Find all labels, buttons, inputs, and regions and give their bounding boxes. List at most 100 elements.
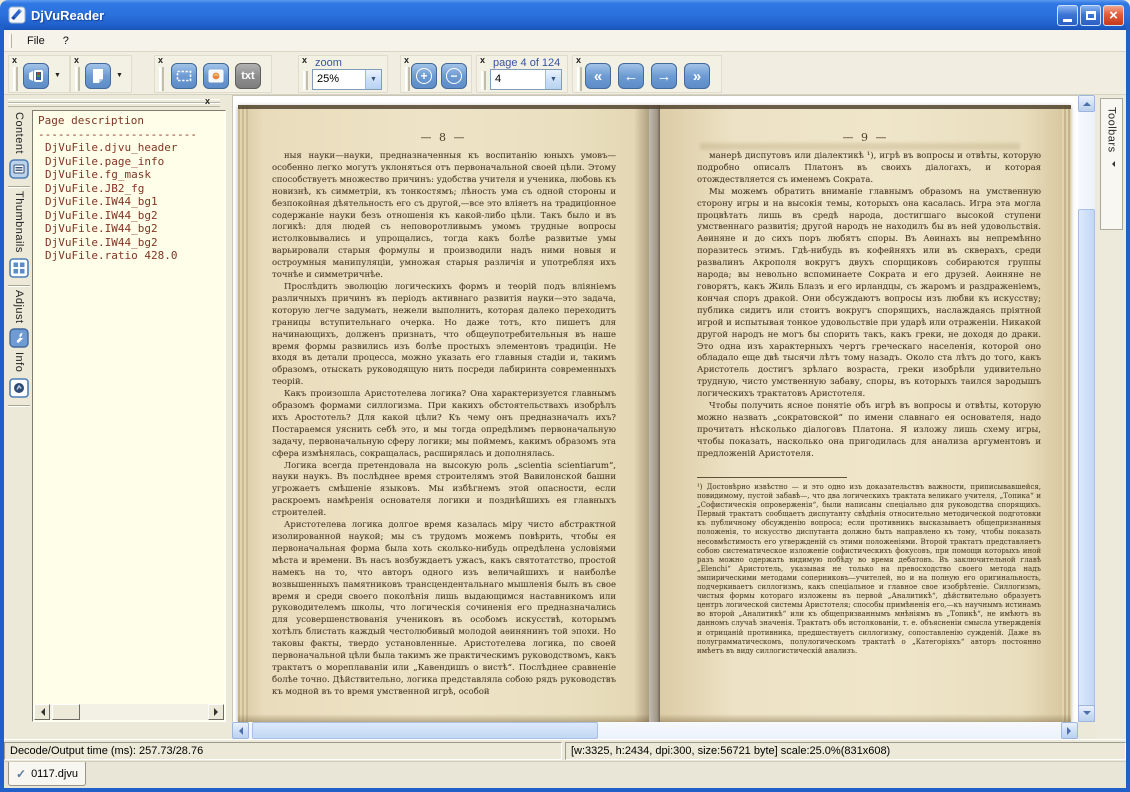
page-combo[interactable]: 4 ▼ (490, 69, 562, 90)
panel-item[interactable]: DjVuFile.djvu_header (38, 141, 223, 155)
toolbar-grip[interactable] (405, 67, 410, 91)
image-mode-button[interactable] (203, 63, 229, 89)
arrow-down-icon (1083, 711, 1091, 719)
zoom-in-icon: + (416, 68, 432, 84)
toolbar-close-icon[interactable]: x (302, 56, 307, 65)
last-page-button[interactable]: » (684, 63, 710, 89)
panel-item-list: DjVuFile.djvu_headerDjVuFile.page_infoDj… (38, 141, 223, 263)
page-description-text: Page description -----------------------… (38, 114, 223, 703)
hscroll-thumb[interactable] (252, 722, 598, 739)
info-icon[interactable] (9, 378, 29, 398)
panel-item[interactable]: DjVuFile.fg_mask (38, 168, 223, 182)
zoom-label: zoom (315, 57, 342, 69)
toolbar-close-icon[interactable]: x (12, 56, 17, 65)
paragraph: манерѣ диспутовъ или діалектикѣ ¹), игрѣ… (697, 151, 1041, 187)
scroll-right-button[interactable] (1061, 722, 1078, 739)
panel-item[interactable]: DjVuFile.IW44_bg2 (38, 222, 223, 236)
menu-bar: File ? (4, 30, 1126, 52)
status-bar: Decode/Output time (ms): 257.73/28.76 [w… (4, 739, 1126, 761)
minimize-button[interactable] (1057, 5, 1078, 26)
page-combo-dropdown-icon[interactable]: ▼ (545, 70, 561, 89)
toolbar-close-icon[interactable]: x (576, 56, 581, 65)
zoom-combo[interactable]: 25% ▼ (312, 69, 382, 90)
minimize-icon (1063, 19, 1072, 22)
toolbar-close-icon[interactable]: x (480, 56, 485, 65)
sidebar-close-icon[interactable]: x (205, 96, 210, 106)
tab-info[interactable]: Info (13, 352, 25, 372)
toolbar-page-number: x page 4 of 124 4 ▼ (476, 55, 568, 93)
scroll-left-button[interactable] (232, 722, 249, 739)
panel-item[interactable]: DjVuFile.IW44_bg2 (38, 236, 223, 250)
panel-item[interactable]: DjVuFile.IW44_bg1 (38, 195, 223, 209)
toolbar-grip[interactable] (577, 67, 582, 91)
single-page-icon (89, 67, 107, 85)
title-bar[interactable]: DjVuReader × (0, 0, 1130, 30)
scroll-thumb[interactable] (52, 704, 80, 720)
sidebar-grip[interactable] (8, 99, 220, 107)
menu-grip[interactable] (9, 34, 12, 48)
sidebar-tab-strip: Content Thumbnails Adjust Info (6, 112, 32, 722)
scroll-left-button[interactable] (34, 704, 50, 720)
toolbar-close-icon[interactable]: x (74, 56, 79, 65)
text-mode-button[interactable]: txt (235, 63, 261, 89)
zoom-combo-dropdown-icon[interactable]: ▼ (365, 70, 381, 89)
menu-file[interactable]: File (18, 32, 54, 50)
paragraph: Логика всегда претендовала на высокую ро… (272, 461, 616, 521)
zoom-in-button[interactable]: + (411, 63, 437, 89)
page-value: 4 (491, 70, 545, 89)
print-bleed-smudge (700, 143, 1020, 150)
toolbar-close-icon[interactable]: x (158, 56, 163, 65)
scroll-right-button[interactable] (208, 704, 224, 720)
panel-item[interactable]: DjVuFile.JB2_fg (38, 182, 223, 196)
select-rectangle-button[interactable] (171, 63, 197, 89)
toolbars-tab[interactable]: Toolbars (1100, 98, 1123, 230)
toolbar-grip[interactable] (75, 67, 80, 91)
adjust-wrench-icon[interactable] (9, 328, 29, 348)
tab-adjust[interactable]: Adjust (13, 290, 25, 324)
view-mode-button[interactable] (23, 63, 49, 89)
text-mode-icon: txt (241, 70, 254, 82)
sidebar-hscrollbar[interactable] (34, 704, 224, 720)
thumbnails-icon[interactable] (9, 258, 29, 278)
page-layout-dropdown-icon[interactable]: ▼ (116, 72, 123, 79)
zoom-out-button[interactable]: − (441, 63, 467, 89)
panel-title: Page description (38, 114, 223, 128)
menu-help[interactable]: ? (54, 32, 78, 50)
arrow-right-icon (214, 708, 222, 716)
toolbar-grip[interactable] (303, 71, 308, 90)
toolbar-close-icon[interactable]: x (404, 56, 409, 65)
scroll-up-button[interactable] (1078, 95, 1095, 112)
first-page-button[interactable]: « (585, 63, 611, 89)
maximize-button[interactable] (1080, 5, 1101, 26)
tab-content[interactable]: Content (13, 112, 25, 154)
single-page-button[interactable] (85, 63, 111, 89)
scrollbar-corner (1078, 722, 1095, 739)
toolbar-row: x ▼ x (4, 52, 1126, 95)
viewer-hscrollbar[interactable] (232, 722, 1078, 739)
maximize-icon (1086, 11, 1096, 20)
paragraph: Мы можемъ обратить вниманіе главнымъ обр… (697, 187, 1041, 401)
panel-item[interactable]: DjVuFile.IW44_bg2 (38, 209, 223, 223)
page-text-left: ныя науки—науки, предназначенныя къ восп… (272, 151, 616, 699)
document-tab[interactable]: ✓ 0117.djvu (8, 762, 86, 786)
toolbar-grip[interactable] (481, 71, 486, 90)
toolbar-page-layout: x ▼ (70, 55, 132, 93)
page-description-panel: Page description -----------------------… (32, 110, 226, 722)
document-viewer[interactable]: — 8 — ныя науки—науки, предназначенныя к… (232, 95, 1078, 722)
status-decode-time: Decode/Output time (ms): 257.73/28.76 (4, 742, 562, 760)
content-icon[interactable] (9, 159, 29, 179)
view-mode-dropdown-icon[interactable]: ▼ (54, 72, 61, 79)
panel-item[interactable]: DjVuFile.page_info (38, 155, 223, 169)
viewer-vscrollbar[interactable] (1078, 95, 1095, 722)
tab-thumbnails[interactable]: Thumbnails (13, 191, 25, 253)
paragraph: Прослѣдить эволюцію логическихъ формъ и … (272, 282, 616, 389)
panel-item[interactable]: DjVuFile.ratio 428.0 (38, 249, 223, 263)
toolbar-grip[interactable] (13, 67, 18, 91)
previous-page-button[interactable]: ← (618, 63, 644, 89)
scroll-down-button[interactable] (1078, 705, 1095, 722)
next-page-button[interactable]: → (651, 63, 677, 89)
close-button[interactable]: × (1103, 5, 1124, 26)
panel-separator: ------------------------ (38, 128, 223, 142)
toolbar-grip[interactable] (159, 67, 164, 91)
toolbar-zoom-buttons: x + − (400, 55, 472, 93)
